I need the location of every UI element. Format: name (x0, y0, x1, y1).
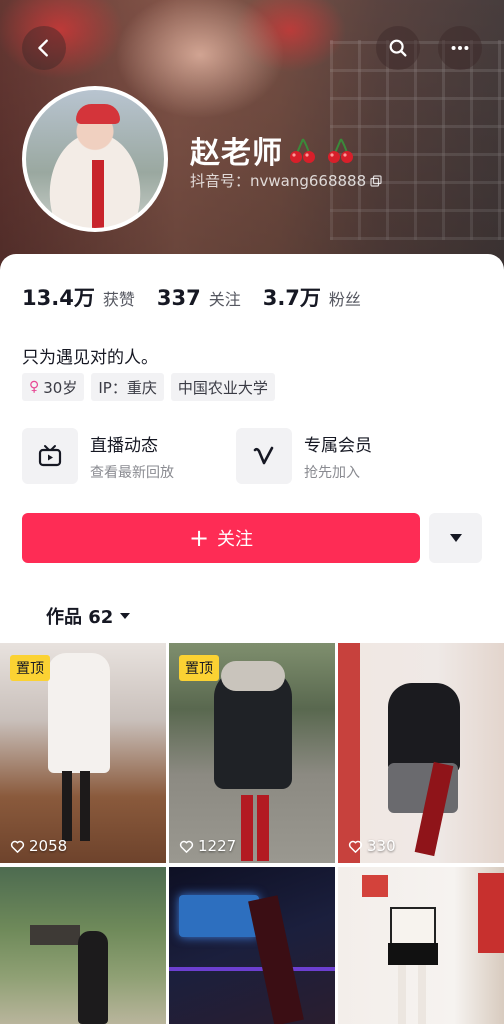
follow-button[interactable]: + 关注 (22, 513, 420, 563)
tv-icon (38, 445, 62, 467)
exclusive-membership-entry[interactable]: 专属会员 抢先加入 (236, 428, 372, 484)
stat-likes[interactable]: 13.4万 获赞 (22, 282, 135, 312)
more-options-button[interactable] (438, 26, 482, 70)
video-tile[interactable] (0, 867, 166, 1024)
live-updates-entry[interactable]: 直播动态 查看最新回放 (22, 428, 174, 484)
video-tile[interactable]: 置顶 1227 (169, 643, 335, 863)
follow-label: 关注 (217, 529, 254, 550)
tag-age: ♀ 30岁 (22, 373, 85, 401)
video-tile[interactable]: 置顶 2058 (0, 643, 166, 863)
back-button[interactable] (22, 26, 66, 70)
caret-down-icon (120, 613, 131, 619)
like-count: 2058 (10, 837, 67, 855)
tag-school[interactable]: 中国农业大学 (170, 373, 275, 401)
plus-icon: + (188, 524, 210, 552)
search-button[interactable] (376, 26, 420, 70)
heart-icon (348, 840, 363, 853)
avatar[interactable] (22, 86, 168, 232)
feature-title: 专属会员 (304, 435, 372, 456)
stat-value: 3.7万 (262, 286, 321, 310)
tag-text: 30岁 (43, 378, 78, 397)
stat-label: 获赞 (102, 290, 135, 309)
stat-value: 337 (156, 286, 201, 310)
cherry-icon (290, 138, 315, 163)
more-actions-button[interactable] (429, 513, 482, 563)
stat-label: 粉丝 (328, 290, 361, 309)
stat-label: 关注 (208, 290, 241, 309)
video-tile[interactable]: 330 (338, 643, 504, 863)
like-count: 330 (348, 837, 396, 855)
tag-text: IP：重庆 (98, 378, 157, 397)
pinned-badge: 置顶 (179, 655, 219, 681)
profile-bio: 只为遇见对的人。 (22, 348, 158, 368)
triangle-down-icon (449, 534, 462, 542)
douyin-id[interactable]: 抖音号：nvwang668888 (190, 170, 382, 191)
tab-works[interactable]: 作品 62 (46, 603, 131, 629)
profile-stats: 13.4万 获赞 337 关注 3.7万 粉丝 (22, 282, 383, 312)
heart-icon (179, 840, 194, 853)
video-grid: 置顶 2058 置顶 1227 330 (0, 643, 504, 1024)
tag-text: 中国农业大学 (177, 378, 268, 397)
pinned-badge: 置顶 (10, 655, 50, 681)
stat-followers[interactable]: 3.7万 粉丝 (263, 282, 361, 312)
like-count-text: 330 (367, 837, 396, 855)
like-count-text: 1227 (198, 837, 237, 855)
profile-tags: ♀ 30岁 IP：重庆 中国农业大学 (22, 373, 282, 401)
like-count: 1227 (179, 837, 236, 855)
tab-works-label: 作品 62 (46, 607, 114, 628)
copy-icon[interactable] (370, 174, 382, 187)
v-member-icon (253, 446, 274, 465)
search-icon (389, 39, 407, 57)
cherry-icon (328, 138, 353, 163)
heart-icon (10, 840, 25, 853)
feature-subtitle: 查看最新回放 (90, 464, 174, 481)
more-horizontal-icon (451, 45, 469, 51)
stat-value: 13.4万 (22, 286, 95, 310)
video-tile[interactable] (338, 867, 504, 1024)
profile-name: 赵老师 (190, 136, 283, 171)
stat-following[interactable]: 337 关注 (157, 286, 241, 310)
feature-title: 直播动态 (90, 435, 158, 456)
tag-ip: IP：重庆 (91, 373, 164, 401)
video-tile[interactable] (169, 867, 335, 1024)
douyin-id-text: 抖音号：nvwang668888 (190, 172, 367, 190)
feature-subtitle: 抢先加入 (304, 464, 360, 481)
chevron-left-icon (38, 39, 48, 57)
female-icon: ♀ (29, 379, 40, 395)
like-count-text: 2058 (29, 837, 68, 855)
